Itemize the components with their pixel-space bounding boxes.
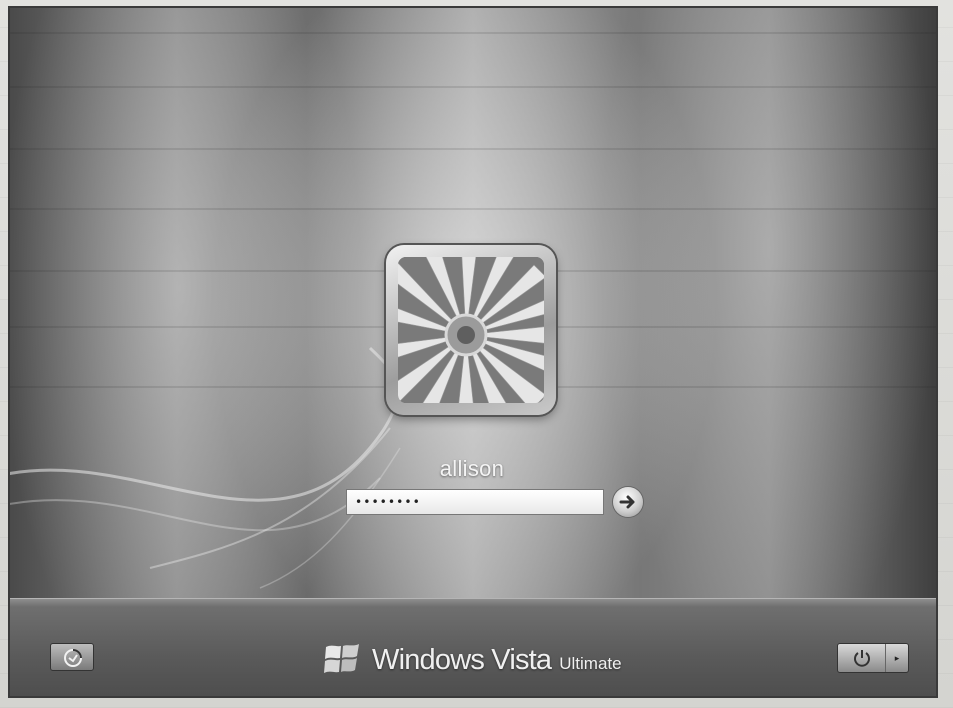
logon-screen: allison Windows Vista Ultimate xyxy=(8,6,938,698)
shutdown-controls: ▸ xyxy=(837,643,909,673)
product-edition: Ultimate xyxy=(559,654,622,673)
bleed-line xyxy=(10,148,936,150)
power-icon xyxy=(853,650,870,667)
bleed-line xyxy=(10,208,936,210)
flower-picture xyxy=(398,257,544,403)
ease-of-access-icon xyxy=(64,649,82,667)
arrow-right-icon xyxy=(619,495,635,509)
power-button[interactable] xyxy=(838,644,886,672)
product-name: Windows Vista xyxy=(372,643,552,676)
windows-flag-icon xyxy=(324,644,359,673)
power-options-button[interactable]: ▸ xyxy=(886,644,908,672)
username-label: allison xyxy=(439,456,505,481)
password-field[interactable] xyxy=(346,489,604,515)
windows-vista-logo: Windows Vista Ultimate xyxy=(322,636,622,684)
bleed-line xyxy=(10,86,936,88)
submit-arrow-button[interactable] xyxy=(613,487,643,517)
chevron-right-icon: ▸ xyxy=(894,652,900,663)
bleed-line xyxy=(10,32,936,34)
ease-of-access-button[interactable] xyxy=(50,643,94,671)
user-avatar[interactable] xyxy=(386,245,556,415)
